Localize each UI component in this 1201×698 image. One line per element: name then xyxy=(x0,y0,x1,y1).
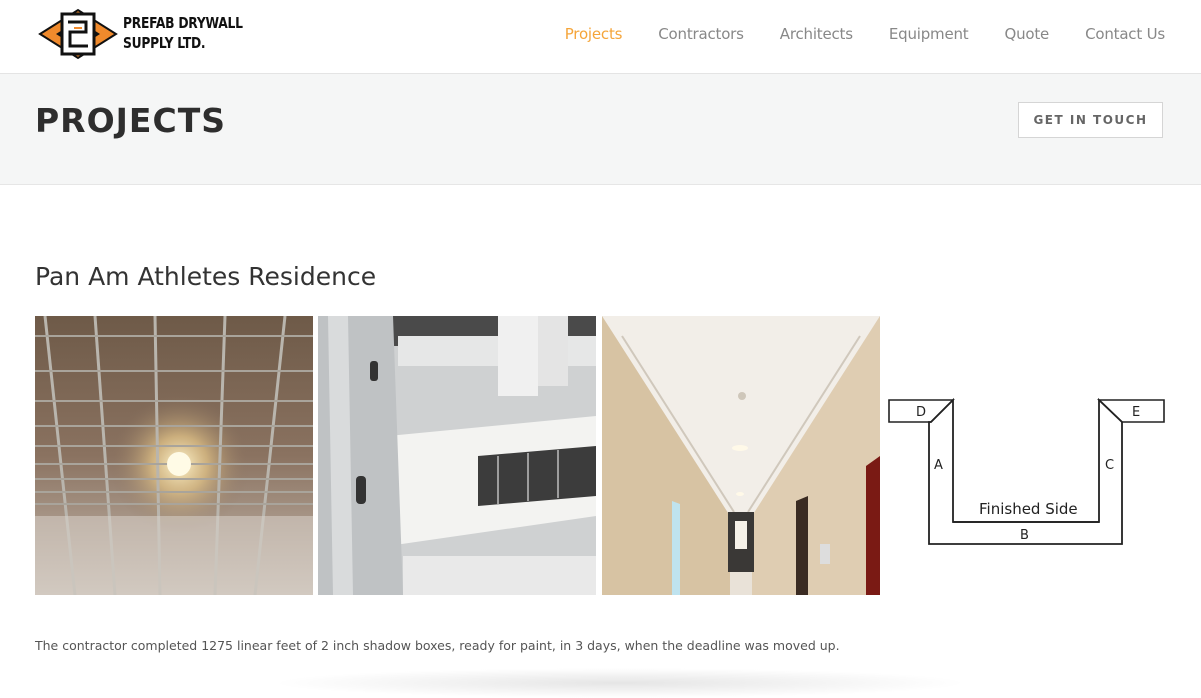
footer-shadow xyxy=(270,668,970,698)
brand-line-1: PREFAB DRYWALL xyxy=(123,14,243,32)
project-title: Pan Am Athletes Residence xyxy=(35,262,377,291)
nav-projects[interactable]: Projects xyxy=(565,25,623,43)
nav-contractors[interactable]: Contractors xyxy=(658,25,744,43)
diagram-label-e: E xyxy=(1132,405,1140,420)
page-title-bar: PROJECTS GET IN TOUCH xyxy=(0,74,1201,185)
diagram-label-b: B xyxy=(1020,528,1029,543)
brand-line-2: SUPPLY LTD. xyxy=(123,34,206,52)
shadow-box-diagram: D E A C B Finished Side xyxy=(888,397,1165,545)
nav-quote[interactable]: Quote xyxy=(1004,25,1049,43)
project-description: The contractor completed 1275 linear fee… xyxy=(35,638,840,653)
brand-name[interactable]: PREFAB DRYWALL SUPPLY LTD. xyxy=(123,13,269,53)
logo-icon[interactable] xyxy=(38,8,118,60)
get-in-touch-button[interactable]: GET IN TOUCH xyxy=(1018,102,1163,138)
bulkhead-framing-photo[interactable] xyxy=(318,316,596,595)
nav-architects[interactable]: Architects xyxy=(780,25,853,43)
diagram-label-a: A xyxy=(934,458,943,473)
nav-contact-us[interactable]: Contact Us xyxy=(1085,25,1165,43)
site-header: PREFAB DRYWALL SUPPLY LTD. Projects Cont… xyxy=(0,0,1201,74)
ceiling-framing-photo[interactable] xyxy=(35,316,313,595)
finished-hallway-photo[interactable] xyxy=(602,316,880,595)
diagram-finished-side-label: Finished Side xyxy=(979,500,1078,518)
page-title: PROJECTS xyxy=(35,101,226,140)
diagram-label-d: D xyxy=(916,405,926,420)
main-nav: Projects Contractors Architects Equipmen… xyxy=(529,25,1165,43)
nav-equipment[interactable]: Equipment xyxy=(889,25,969,43)
diagram-label-c: C xyxy=(1105,458,1114,473)
